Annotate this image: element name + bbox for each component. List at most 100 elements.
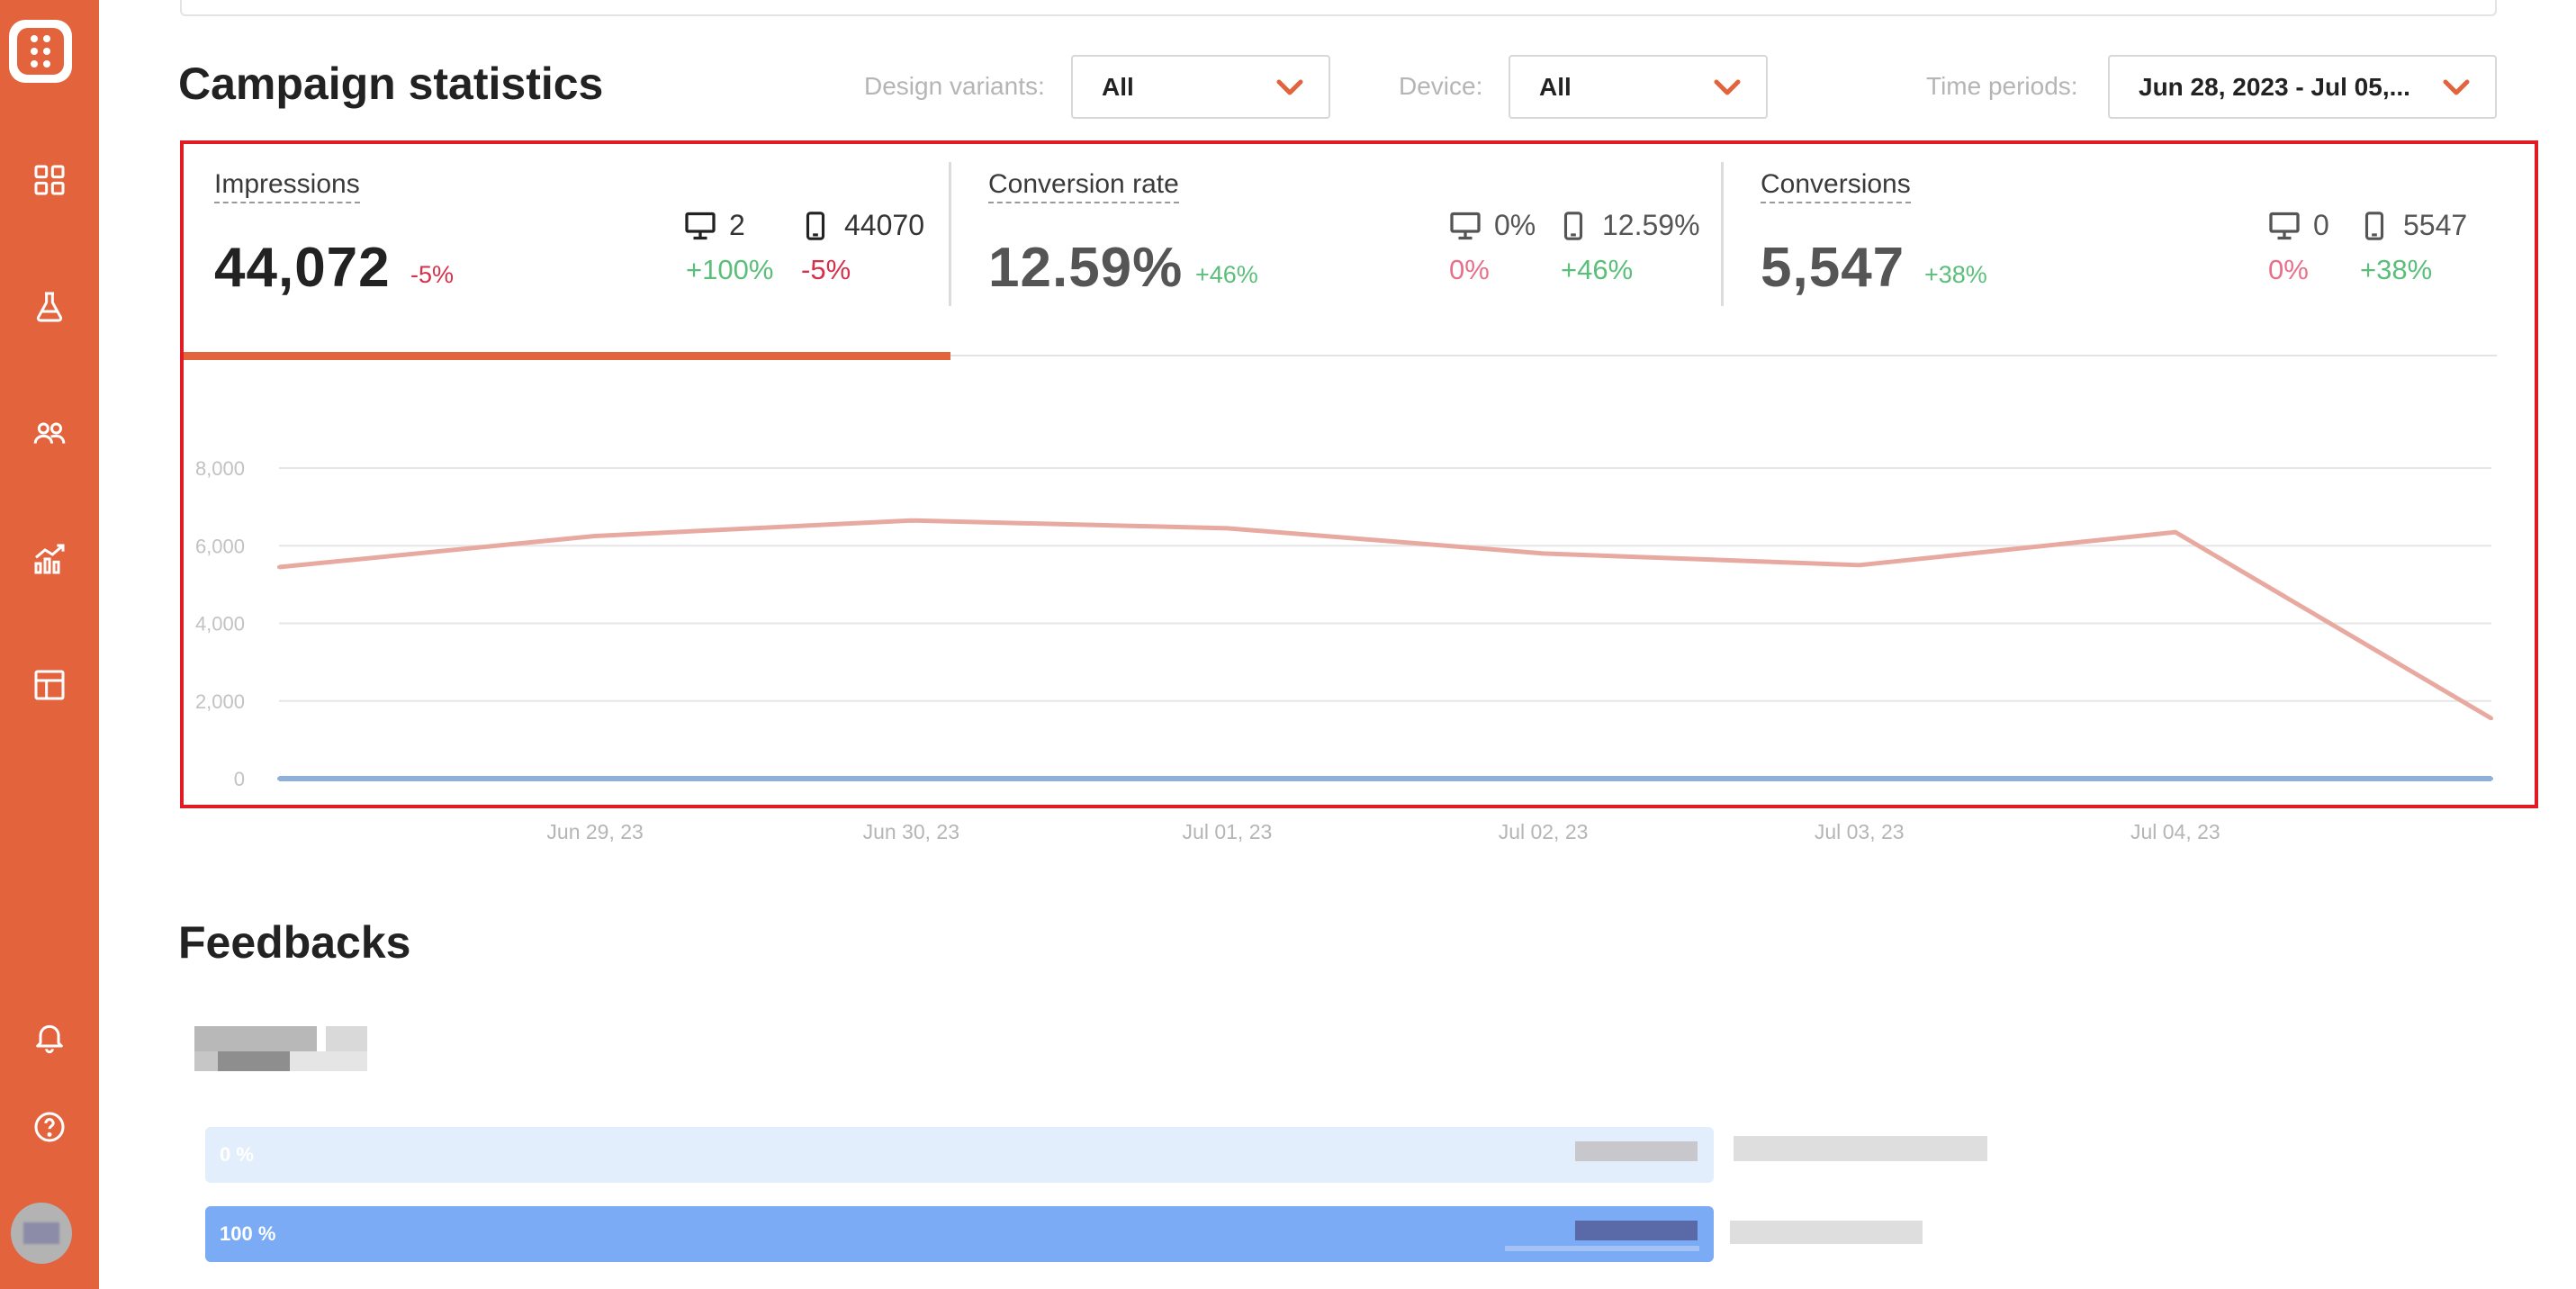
conversion-rate-mobile-delta: +46% (1561, 254, 1634, 285)
sidebar-item-notifications[interactable] (24, 1012, 75, 1062)
layout-icon (34, 670, 65, 700)
stat-conversions[interactable]: Conversions 5,547 +38% 0 5547 0% +38% (1761, 160, 2535, 358)
data-point (1225, 526, 1229, 530)
impressions-mobile-delta: -5% (801, 254, 851, 285)
help-icon (34, 1112, 65, 1142)
data-point (2490, 717, 2493, 721)
x-tick-label: Jun 29, 23 (546, 820, 643, 843)
x-tick-label: Jul 04, 23 (2130, 820, 2220, 843)
y-tick-label: 6,000 (195, 535, 245, 557)
redacted-bar-label (1575, 1141, 1698, 1161)
desktop-icon (2269, 212, 2300, 239)
data-point (593, 777, 598, 780)
conversion-rate-desktop-value: 0% (1494, 209, 1536, 241)
impressions-value: 44,072 (214, 237, 391, 299)
conversion-rate-mobile: 12.59% (1557, 209, 1700, 242)
data-point (2490, 777, 2493, 780)
sidebar-item-analytics[interactable] (24, 534, 75, 584)
sidebar-item-experiments[interactable] (24, 282, 75, 332)
app-logo[interactable] (9, 20, 72, 83)
bell-icon (36, 1024, 63, 1054)
data-point (2173, 777, 2177, 780)
redacted-bar-underline (1505, 1246, 1699, 1251)
chevron-down-icon (2443, 79, 2470, 95)
data-point (2173, 530, 2177, 535)
x-tick-label: Jun 30, 23 (863, 820, 959, 843)
previous-card-edge (180, 0, 2497, 16)
redacted-question (194, 1026, 367, 1078)
stat-divider (949, 162, 951, 306)
data-point (593, 534, 598, 538)
users-icon (33, 422, 66, 444)
stat-conversion-rate[interactable]: Conversion rate 12.59% +46% 0% 12.59% 0%… (988, 160, 1762, 358)
sidebar-item-templates[interactable] (24, 660, 75, 710)
impressions-desktop-delta: +100% (686, 254, 774, 285)
impressions-mobile-value: 44070 (844, 209, 924, 241)
design-variants-select[interactable]: All (1071, 55, 1330, 119)
page-title: Campaign statistics (178, 59, 604, 109)
mobile-icon (2364, 211, 2384, 240)
y-tick-label: 2,000 (195, 690, 245, 713)
conversions-desktop-value: 0 (2313, 209, 2329, 241)
feedback-bar-percent: 0 % (220, 1143, 254, 1166)
data-point (1225, 777, 1229, 780)
user-avatar[interactable] (11, 1203, 72, 1264)
sidebar (0, 0, 99, 1289)
redacted-answer (1730, 1221, 1923, 1244)
data-point (277, 564, 281, 569)
desktop-icon (685, 212, 716, 239)
impressions-desktop-value: 2 (729, 209, 745, 241)
sidebar-item-dashboard[interactable] (24, 155, 75, 205)
conversion-rate-delta: +46% (1195, 261, 1258, 288)
mobile-icon (806, 211, 825, 240)
x-tick-label: Jul 02, 23 (1499, 820, 1589, 843)
design-variants-value: All (1102, 72, 1134, 101)
design-variants-label: Design variants: (864, 72, 1045, 100)
sidebar-item-help[interactable] (24, 1102, 75, 1152)
y-tick-label: 8,000 (195, 457, 245, 480)
conversion-rate-desktop-delta: 0% (1449, 254, 1490, 285)
x-tick-label: Jul 03, 23 (1815, 820, 1905, 843)
logo-icon (17, 28, 64, 75)
conversion-rate-value: 12.59% (988, 237, 1184, 299)
stat-impressions[interactable]: Impressions 44,072 -5% 2 44070 +100% -5% (214, 160, 988, 358)
data-point (909, 777, 914, 780)
conversions-value: 5,547 (1761, 237, 1905, 299)
impressions-chart: 0 2,000 4,000 6,000 8,000 Jun 29, 23 Jun 30, 2… (195, 457, 2493, 843)
conversions-mobile: 5547 (2358, 209, 2467, 242)
time-periods-select[interactable]: Jun 28, 2023 - Jul 05,... (2108, 55, 2497, 119)
time-periods-value: Jun 28, 2023 - Jul 05,... (2139, 72, 2410, 101)
feedbacks-title: Feedbacks (178, 917, 411, 968)
conversion-rate-label: Conversion rate (988, 169, 1179, 203)
data-point (1541, 777, 1545, 780)
chevron-down-icon (1714, 79, 1741, 95)
desktop-icon (1450, 212, 1481, 239)
conversions-desktop: 0 (2268, 209, 2329, 242)
impressions-desktop: 2 (684, 209, 745, 242)
feedback-bar: 100 % (205, 1206, 1714, 1262)
series-line-impressions (278, 518, 2493, 721)
data-point (277, 777, 281, 780)
conversions-desktop-delta: 0% (2268, 254, 2309, 285)
time-periods-label: Time periods: (1926, 72, 2078, 100)
feedback-bar: 0 % (205, 1127, 1714, 1183)
mobile-icon (1563, 211, 1583, 240)
data-point (909, 518, 914, 523)
x-tick-label: Jul 01, 23 (1183, 820, 1273, 843)
sidebar-item-audience[interactable] (24, 408, 75, 458)
conversions-mobile-delta: +38% (2360, 254, 2433, 285)
device-label: Device: (1399, 72, 1483, 100)
conversions-label: Conversions (1761, 169, 1911, 203)
device-select[interactable]: All (1509, 55, 1768, 119)
conversions-delta: +38% (1924, 261, 1987, 288)
conversion-rate-desktop: 0% (1449, 209, 1536, 242)
y-tick-label: 0 (234, 768, 245, 790)
analytics-icon (34, 544, 65, 574)
stat-divider (1721, 162, 1724, 306)
data-point (1541, 551, 1545, 555)
conversions-mobile-value: 5547 (2403, 209, 2468, 241)
active-tab-indicator (180, 352, 950, 360)
impressions-mobile: 44070 (799, 209, 924, 242)
redacted-bar-label (1575, 1221, 1698, 1240)
feedback-bar-percent: 100 % (220, 1222, 276, 1245)
